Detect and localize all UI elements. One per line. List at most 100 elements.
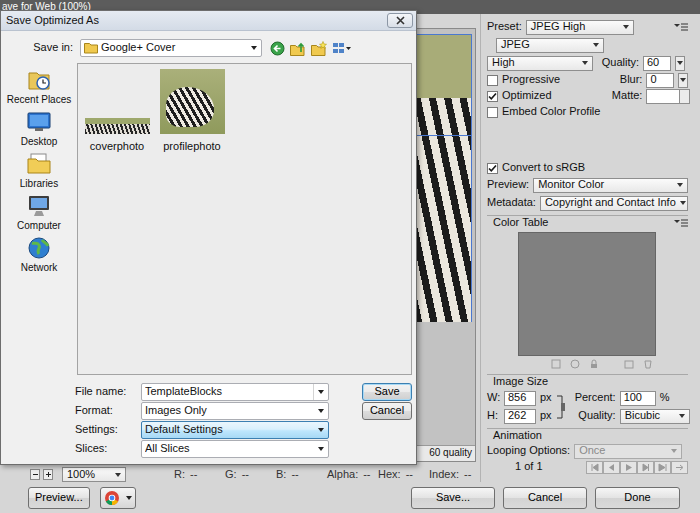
place-item[interactable]: Libraries	[5, 149, 73, 191]
option-row: Embed Color Profile	[487, 104, 600, 120]
cancel-button[interactable]: Cancel	[503, 487, 587, 509]
save-in-value: Google+ Cover	[101, 41, 243, 55]
width-input[interactable]: 856	[504, 391, 536, 406]
button-bar: Preview... Save... Cancel Done	[0, 482, 700, 513]
file-item[interactable]: coverphoto	[84, 68, 150, 154]
percent-input[interactable]: 100	[620, 391, 656, 406]
dialog-title: Save Optimized As	[6, 14, 99, 28]
blur-input[interactable]: 0	[646, 73, 674, 88]
field-select[interactable]: Images Only	[141, 402, 329, 420]
option-row: Progressive	[487, 72, 600, 88]
status-bar: 100% R:--G:--B:--Alpha:--Hex:--Index:--	[0, 465, 480, 482]
option-checkbox[interactable]	[487, 91, 498, 102]
height-unit: px	[540, 409, 552, 423]
dropdown-arrow-icon[interactable]	[313, 403, 328, 419]
field-label: Format:	[75, 404, 141, 418]
option-checkbox[interactable]	[487, 75, 498, 86]
field-select[interactable]: TemplateBlocks	[141, 383, 329, 401]
image-size-header: Image Size	[487, 374, 688, 389]
done-button[interactable]: Done	[595, 487, 680, 509]
zoom-out-icon[interactable]	[30, 469, 40, 480]
place-item[interactable]: Computer	[5, 191, 73, 233]
dialog-button[interactable]: Cancel	[362, 402, 412, 420]
frame-counter: 1 of 1	[515, 460, 543, 474]
new-folder-icon[interactable]	[311, 41, 327, 56]
color-readout: G:--	[225, 468, 276, 482]
place-item[interactable]: Desktop	[5, 107, 73, 149]
prev-frame-icon[interactable]	[603, 461, 620, 474]
last-frame-icon[interactable]	[654, 461, 671, 474]
places-bar: Recent PlacesDesktopLibrariesComputer Net…	[5, 63, 73, 375]
readout-value: --	[190, 468, 197, 482]
resample-label: Quality:	[572, 409, 616, 423]
field-select[interactable]: All Slices	[141, 440, 329, 458]
map-color-icon[interactable]	[551, 359, 561, 369]
close-icon[interactable]	[387, 13, 413, 28]
height-input[interactable]: 262	[504, 409, 536, 424]
format-select[interactable]: JPEG	[496, 38, 604, 53]
new-color-icon[interactable]	[624, 359, 634, 369]
dialog-button[interactable]: Save	[362, 383, 412, 401]
dropdown-arrow-icon[interactable]	[313, 441, 328, 457]
first-frame-icon[interactable]	[586, 461, 603, 474]
lock-color-icon[interactable]	[589, 359, 599, 369]
browser-button[interactable]	[100, 487, 136, 509]
option-checkbox[interactable]	[487, 107, 498, 118]
back-icon[interactable]	[270, 41, 285, 56]
libraries-icon	[26, 151, 52, 177]
play-icon[interactable]	[620, 461, 637, 474]
matte-swatch[interactable]	[646, 89, 690, 104]
place-item[interactable]: Recent Places	[5, 65, 73, 107]
compression-select[interactable]: High	[487, 56, 593, 71]
preview-label: Preview:	[487, 178, 529, 192]
color-readout: Index:--	[429, 468, 480, 482]
next-frame-icon[interactable]	[637, 461, 654, 474]
desktop-icon	[26, 109, 52, 135]
percent-unit: %	[660, 391, 670, 405]
animation-header: Animation	[487, 428, 688, 443]
zoom-select[interactable]: 100%	[62, 467, 126, 482]
thumbnail-frame	[159, 68, 225, 134]
panel-menu-icon[interactable]	[674, 219, 688, 227]
field-label: Settings:	[75, 423, 141, 437]
convert-checkbox[interactable]	[487, 163, 498, 174]
height-label: H:	[487, 409, 500, 423]
quality-input[interactable]: 60	[643, 56, 671, 71]
field-value: All Slices	[145, 442, 310, 456]
loop-icon[interactable]	[671, 461, 688, 474]
dropdown-arrow-icon[interactable]	[313, 422, 328, 438]
quality-slider-button[interactable]	[675, 56, 685, 71]
dropdown-arrow-icon[interactable]	[246, 40, 261, 56]
view-menu-icon[interactable]	[332, 41, 352, 55]
save-in-select[interactable]: Google+ Cover	[80, 39, 262, 57]
zebra-head	[166, 87, 214, 127]
preview-button[interactable]: Preview...	[28, 487, 90, 509]
panel-menu-icon[interactable]	[674, 23, 688, 31]
blur-slider-button[interactable]	[678, 73, 688, 88]
color-readout: Alpha:--	[327, 468, 378, 482]
preview-select[interactable]: Monitor Color	[533, 178, 688, 193]
zoom-in-icon[interactable]	[43, 469, 53, 480]
field-select[interactable]: Default Settings	[141, 421, 329, 439]
up-folder-icon[interactable]	[290, 41, 306, 56]
place-label: Network	[21, 262, 58, 275]
file-item[interactable]: profilephoto	[159, 68, 225, 154]
optimize-panel: Preset: JPEG High JPEG High Quality: 60 …	[480, 14, 700, 482]
save-button[interactable]: Save...	[411, 487, 495, 509]
web-shift-icon[interactable]	[570, 359, 580, 369]
link-icon[interactable]	[556, 392, 566, 422]
metadata-select[interactable]: Copyright and Contact Info	[540, 196, 688, 211]
recent-icon	[26, 67, 52, 93]
resample-select[interactable]: Bicubic	[620, 409, 690, 424]
readout-value: --	[291, 468, 298, 482]
trash-icon[interactable]	[643, 359, 653, 369]
place-item[interactable]: Network	[5, 233, 73, 275]
dropdown-arrow-icon[interactable]	[313, 384, 328, 400]
color-readout: R: --	[174, 468, 225, 482]
readout-label: Alpha:	[327, 468, 358, 482]
looping-label: Looping Options:	[487, 444, 570, 458]
preset-select[interactable]: JPEG High	[526, 20, 634, 35]
readout-label: R:	[174, 468, 185, 482]
readout-label: G:	[225, 468, 237, 482]
looping-select[interactable]: Once	[574, 444, 682, 459]
